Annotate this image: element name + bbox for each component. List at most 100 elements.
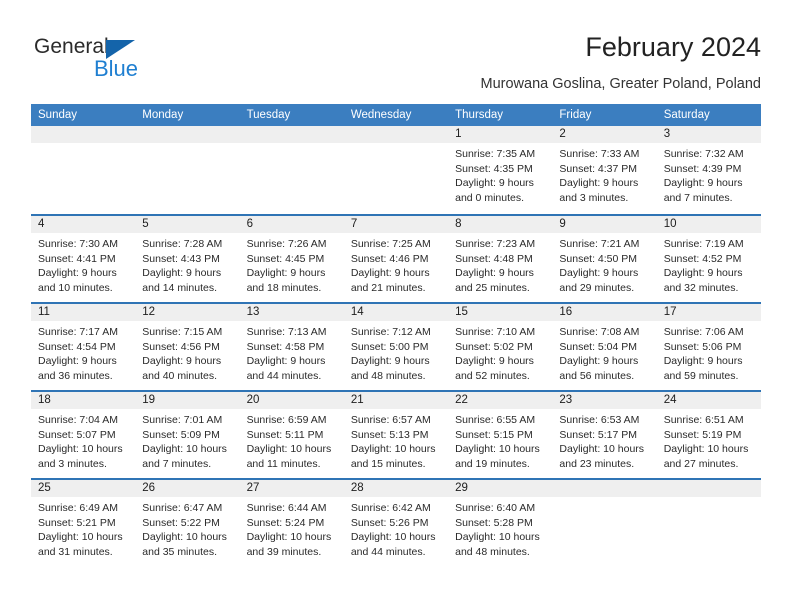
day-info-line: Sunrise: 6:47 AM — [142, 502, 223, 514]
day-number: 13 — [239, 304, 344, 321]
day-cell[interactable]: 20 Sunrise: 6:59 AM Sunset: 5:11 PM Dayligh… — [239, 392, 344, 478]
day-info-line: Sunset: 5:07 PM — [38, 428, 116, 441]
day-info-line: Sunset: 4:37 PM — [559, 162, 638, 175]
day-info-line: Sunrise: 6:57 AM — [350, 414, 431, 426]
day-number: 10 — [656, 216, 761, 233]
calendar-body: 1 Sunrise: 7:35 AM Sunset: 4:35 PM Daylight… — [31, 126, 761, 566]
day-cell[interactable]: 13 Sunrise: 7:13 AM Sunset: 4:58 PM Dayligh… — [239, 304, 344, 390]
location-subtitle: Murowana Goslina, Greater Poland, Poland — [480, 76, 762, 92]
day-cell[interactable]: 17 Sunrise: 7:06 AM Sunset: 5:06 PM Dayligh… — [656, 304, 761, 390]
day-number: 14 — [343, 304, 449, 321]
day-info-line: Daylight: 9 hours — [559, 177, 639, 190]
day-cell[interactable]: 19 Sunrise: 7:01 AM Sunset: 5:09 PM Dayligh… — [135, 392, 240, 478]
day-number: 23 — [552, 392, 657, 409]
day-number: 25 — [31, 480, 136, 497]
day-cell[interactable]: 7 Sunrise: 7:25 AM Sunset: 4:46 PM Daylight… — [343, 216, 449, 302]
day-sun-info: Sunrise: 7:01 AM Sunset: 5:09 PM Daylight:… — [135, 409, 239, 471]
day-number — [343, 126, 449, 143]
day-cell[interactable]: 2 Sunrise: 7:33 AM Sunset: 4:37 PM Daylight… — [552, 126, 657, 214]
day-cell[interactable]: 25 Sunrise: 6:49 AM Sunset: 5:21 PM Dayligh… — [31, 480, 136, 566]
day-info-line: Sunset: 4:54 PM — [38, 340, 116, 353]
day-sun-info: Sunrise: 6:51 AM Sunset: 5:19 PM Daylight:… — [657, 409, 761, 471]
day-cell[interactable]: 4 Sunrise: 7:30 AM Sunset: 4:41 PM Daylight… — [31, 216, 136, 302]
day-info-line: Sunrise: 6:59 AM — [246, 414, 327, 426]
day-number: 29 — [448, 480, 553, 497]
day-sun-info: Sunrise: 7:15 AM Sunset: 4:56 PM Daylight:… — [135, 321, 239, 383]
day-sun-info: Sunrise: 7:35 AM Sunset: 4:35 PM Daylight:… — [448, 143, 552, 205]
day-cell[interactable]: 11 Sunrise: 7:17 AM Sunset: 4:54 PM Dayligh… — [31, 304, 136, 390]
day-cell-empty — [656, 480, 761, 566]
day-number: 12 — [135, 304, 240, 321]
day-info-line: and 11 minutes. — [246, 457, 321, 470]
day-cell-empty — [239, 126, 344, 214]
day-info-line: Daylight: 9 hours — [38, 355, 117, 368]
day-cell[interactable]: 24 Sunrise: 6:51 AM Sunset: 5:19 PM Dayligh… — [656, 392, 761, 478]
day-number — [552, 480, 657, 497]
day-info-line: Sunrise: 6:40 AM — [455, 502, 536, 514]
day-info-line: Sunrise: 6:49 AM — [38, 502, 118, 514]
day-info-line: and 48 minutes. — [455, 545, 530, 558]
day-info-line: Daylight: 10 hours — [663, 443, 749, 456]
day-number: 24 — [656, 392, 761, 409]
day-cell[interactable]: 26 Sunrise: 6:47 AM Sunset: 5:22 PM Dayligh… — [135, 480, 240, 566]
day-info-line: and 44 minutes. — [350, 545, 426, 558]
day-sun-info — [135, 143, 239, 147]
day-sun-info: Sunrise: 7:13 AM Sunset: 4:58 PM Daylight:… — [240, 321, 344, 383]
weekday-header-thursday: Thursday — [455, 109, 504, 121]
day-cell[interactable]: 1 Sunrise: 7:35 AM Sunset: 4:35 PM Daylight… — [448, 126, 553, 214]
day-info-line: Sunset: 5:00 PM — [350, 340, 429, 353]
day-sun-info: Sunrise: 6:40 AM Sunset: 5:28 PM Daylight:… — [448, 497, 552, 559]
day-info-line: Daylight: 10 hours — [142, 531, 227, 544]
day-cell[interactable]: 22 Sunrise: 6:55 AM Sunset: 5:15 PM Dayligh… — [448, 392, 553, 478]
day-cell[interactable]: 18 Sunrise: 7:04 AM Sunset: 5:07 PM Dayligh… — [31, 392, 136, 478]
day-cell[interactable]: 3 Sunrise: 7:32 AM Sunset: 4:39 PM Daylight… — [656, 126, 761, 214]
day-info-line: Daylight: 9 hours — [350, 267, 430, 280]
day-cell[interactable]: 14 Sunrise: 7:12 AM Sunset: 5:00 PM Dayligh… — [343, 304, 449, 390]
day-cell[interactable]: 15 Sunrise: 7:10 AM Sunset: 5:02 PM Dayligh… — [448, 304, 553, 390]
day-info-line: Sunset: 5:06 PM — [663, 340, 742, 353]
day-info-line: Daylight: 10 hours — [38, 443, 123, 456]
day-info-line: Daylight: 10 hours — [455, 443, 540, 456]
day-sun-info: Sunrise: 7:33 AM Sunset: 4:37 PM Daylight:… — [552, 143, 656, 205]
day-info-line: Sunset: 4:41 PM — [38, 252, 116, 265]
weekday-header-friday: Friday — [559, 109, 592, 121]
day-info-line: Daylight: 9 hours — [663, 177, 743, 190]
day-info-line: and 0 minutes. — [455, 191, 525, 204]
day-cell[interactable]: 8 Sunrise: 7:23 AM Sunset: 4:48 PM Daylight… — [448, 216, 553, 302]
day-info-line: Sunset: 5:02 PM — [455, 340, 533, 353]
day-info-line: Sunrise: 7:04 AM — [38, 414, 118, 426]
day-info-line: and 36 minutes. — [38, 369, 113, 382]
day-cell[interactable]: 27 Sunrise: 6:44 AM Sunset: 5:24 PM Dayligh… — [239, 480, 344, 566]
day-cell[interactable]: 9 Sunrise: 7:21 AM Sunset: 4:50 PM Daylight… — [552, 216, 657, 302]
day-info-line: Sunset: 4:46 PM — [350, 252, 429, 265]
day-info-line: Sunrise: 7:26 AM — [246, 238, 327, 250]
day-info-line: Daylight: 9 hours — [663, 355, 743, 368]
day-info-line: Sunrise: 7:01 AM — [142, 414, 223, 426]
day-info-line: Sunset: 4:45 PM — [246, 252, 325, 265]
day-number: 8 — [448, 216, 553, 233]
day-sun-info: Sunrise: 7:08 AM Sunset: 5:04 PM Daylight:… — [552, 321, 656, 383]
day-info-line: Sunset: 5:21 PM — [38, 516, 116, 529]
day-number: 20 — [239, 392, 344, 409]
day-cell[interactable]: 10 Sunrise: 7:19 AM Sunset: 4:52 PM Dayligh… — [656, 216, 761, 302]
day-cell[interactable]: 16 Sunrise: 7:08 AM Sunset: 5:04 PM Dayligh… — [552, 304, 657, 390]
day-cell[interactable]: 5 Sunrise: 7:28 AM Sunset: 4:43 PM Daylight… — [135, 216, 240, 302]
day-number — [31, 126, 136, 143]
day-info-line: Sunrise: 7:25 AM — [350, 238, 431, 250]
calendar-table: Sunday Monday Tuesday Wednesday Thursday… — [31, 104, 761, 566]
general-blue-logo[interactable]: General Blue — [34, 35, 214, 91]
day-sun-info: Sunrise: 7:32 AM Sunset: 4:39 PM Daylight:… — [657, 143, 761, 205]
day-cell[interactable]: 12 Sunrise: 7:15 AM Sunset: 4:56 PM Dayligh… — [135, 304, 240, 390]
day-cell[interactable]: 21 Sunrise: 6:57 AM Sunset: 5:13 PM Dayligh… — [343, 392, 449, 478]
day-sun-info — [344, 143, 448, 147]
day-number: 16 — [552, 304, 657, 321]
day-info-line: Daylight: 9 hours — [38, 267, 117, 280]
day-cell[interactable]: 23 Sunrise: 6:53 AM Sunset: 5:17 PM Dayligh… — [552, 392, 657, 478]
day-info-line: Sunset: 5:22 PM — [142, 516, 220, 529]
day-cell[interactable]: 29 Sunrise: 6:40 AM Sunset: 5:28 PM Dayligh… — [448, 480, 553, 566]
weekday-header-tuesday: Tuesday — [246, 109, 291, 121]
day-cell[interactable]: 28 Sunrise: 6:42 AM Sunset: 5:26 PM Dayligh… — [343, 480, 449, 566]
day-info-line: Daylight: 9 hours — [246, 355, 326, 368]
day-cell[interactable]: 6 Sunrise: 7:26 AM Sunset: 4:45 PM Daylight… — [239, 216, 344, 302]
day-info-line: Daylight: 9 hours — [455, 355, 534, 368]
